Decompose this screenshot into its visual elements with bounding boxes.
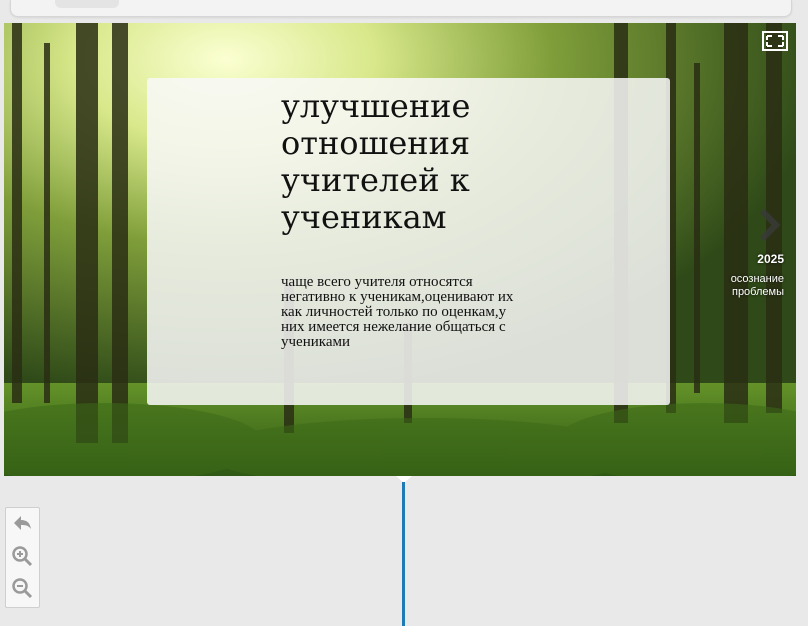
chevron-right-icon: [759, 208, 781, 242]
zoom-in-icon: [12, 546, 33, 567]
event-title: улучшение отношения учителей к ученикам: [281, 87, 471, 236]
fullscreen-button[interactable]: [762, 31, 788, 51]
event-description: чаще всего учителя относятся негативно к…: [281, 274, 514, 350]
zoom-in-button[interactable]: [10, 544, 34, 568]
next-event-label[interactable]: осознание проблемы: [708, 273, 784, 299]
top-toolbar-tab[interactable]: [55, 0, 119, 8]
zoom-out-icon: [12, 578, 33, 599]
zoom-controls: [5, 507, 40, 608]
top-toolbar: [10, 0, 792, 17]
zoom-out-button[interactable]: [10, 576, 34, 600]
slide-stage: улучшение отношения учителей к ученикам …: [4, 23, 796, 476]
event-card: улучшение отношения учителей к ученикам …: [147, 78, 670, 405]
next-event-button[interactable]: [756, 208, 782, 242]
back-button[interactable]: [10, 511, 34, 535]
timeline-marker-line: [402, 482, 405, 626]
fullscreen-icon: [762, 31, 788, 51]
next-event-year[interactable]: 2025: [724, 252, 784, 266]
back-arrow-icon: [14, 516, 31, 530]
